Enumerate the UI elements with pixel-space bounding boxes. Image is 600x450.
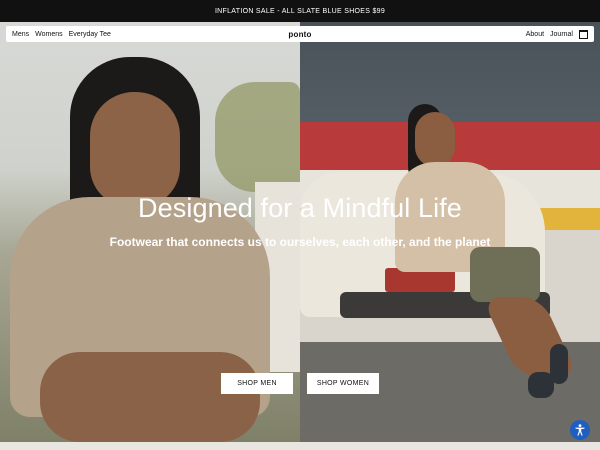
hero-headline: Designed for a Mindful Life: [138, 193, 462, 223]
nav-link-about[interactable]: About: [526, 31, 544, 38]
promo-bar: INFLATION SALE - ALL SLATE BLUE SHOES $9…: [0, 0, 600, 22]
main-nav: Mens Womens Everyday Tee ponto About Jou…: [6, 26, 594, 42]
shop-men-button[interactable]: SHOP MEN: [221, 373, 293, 394]
shop-women-button[interactable]: SHOP WOMEN: [307, 373, 379, 394]
nav-left: Mens Womens Everyday Tee: [12, 31, 111, 38]
brand-logo[interactable]: ponto: [288, 30, 311, 39]
nav-link-womens[interactable]: Womens: [35, 31, 63, 38]
shopping-bag-icon[interactable]: [579, 29, 588, 39]
nav-link-journal[interactable]: Journal: [550, 31, 573, 38]
promo-text: INFLATION SALE - ALL SLATE BLUE SHOES $9…: [214, 7, 386, 15]
accessibility-icon: [575, 424, 585, 436]
nav-link-everyday-tee[interactable]: Everyday Tee: [69, 31, 111, 38]
nav-right: About Journal: [526, 29, 588, 39]
page-bottom-strip: [0, 442, 600, 450]
accessibility-button[interactable]: [570, 420, 590, 440]
nav-link-mens[interactable]: Mens: [12, 31, 29, 38]
hero-subheadline: Footwear that connects us to ourselves, …: [109, 235, 491, 249]
hero-banner: [0, 22, 600, 442]
